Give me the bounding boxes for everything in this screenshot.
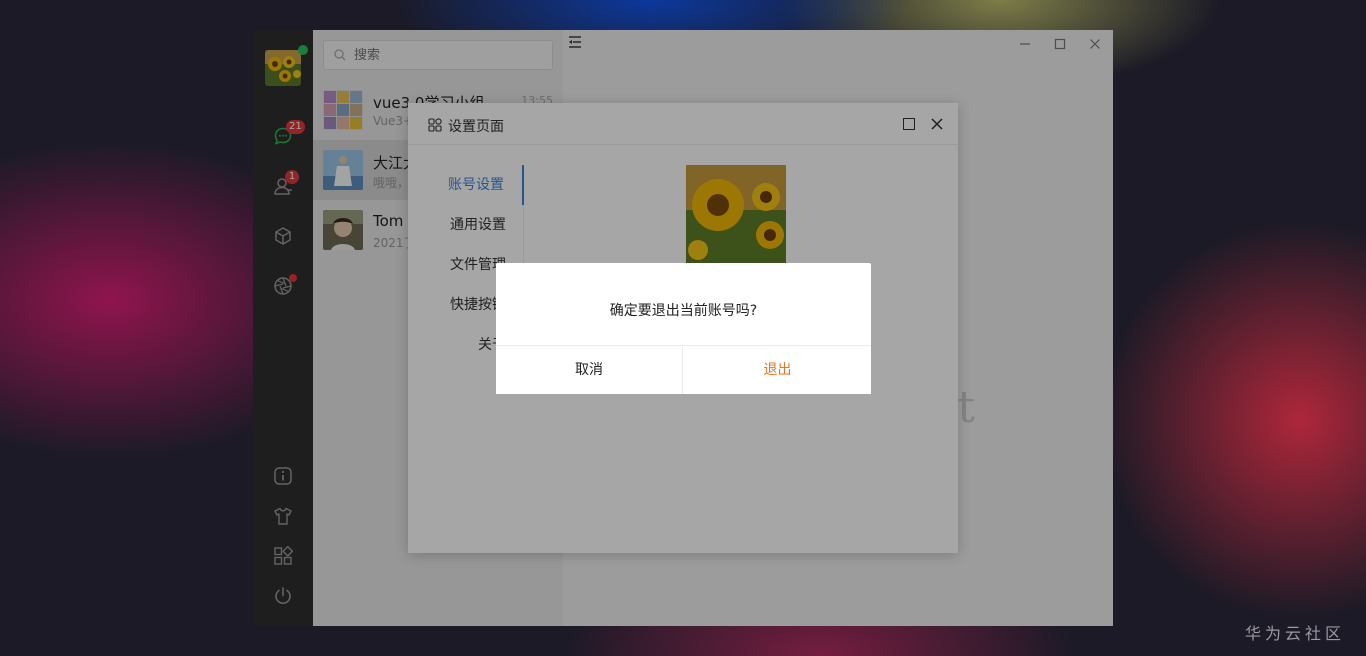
logout-confirm-dialog: 确定要退出当前账号吗? 取消 退出 [496, 263, 871, 394]
cancel-button[interactable]: 取消 [496, 347, 683, 394]
watermark: 华为云社区 [1245, 624, 1346, 643]
logout-button[interactable]: 退出 [684, 347, 871, 394]
confirm-message: 确定要退出当前账号吗? [496, 263, 871, 346]
